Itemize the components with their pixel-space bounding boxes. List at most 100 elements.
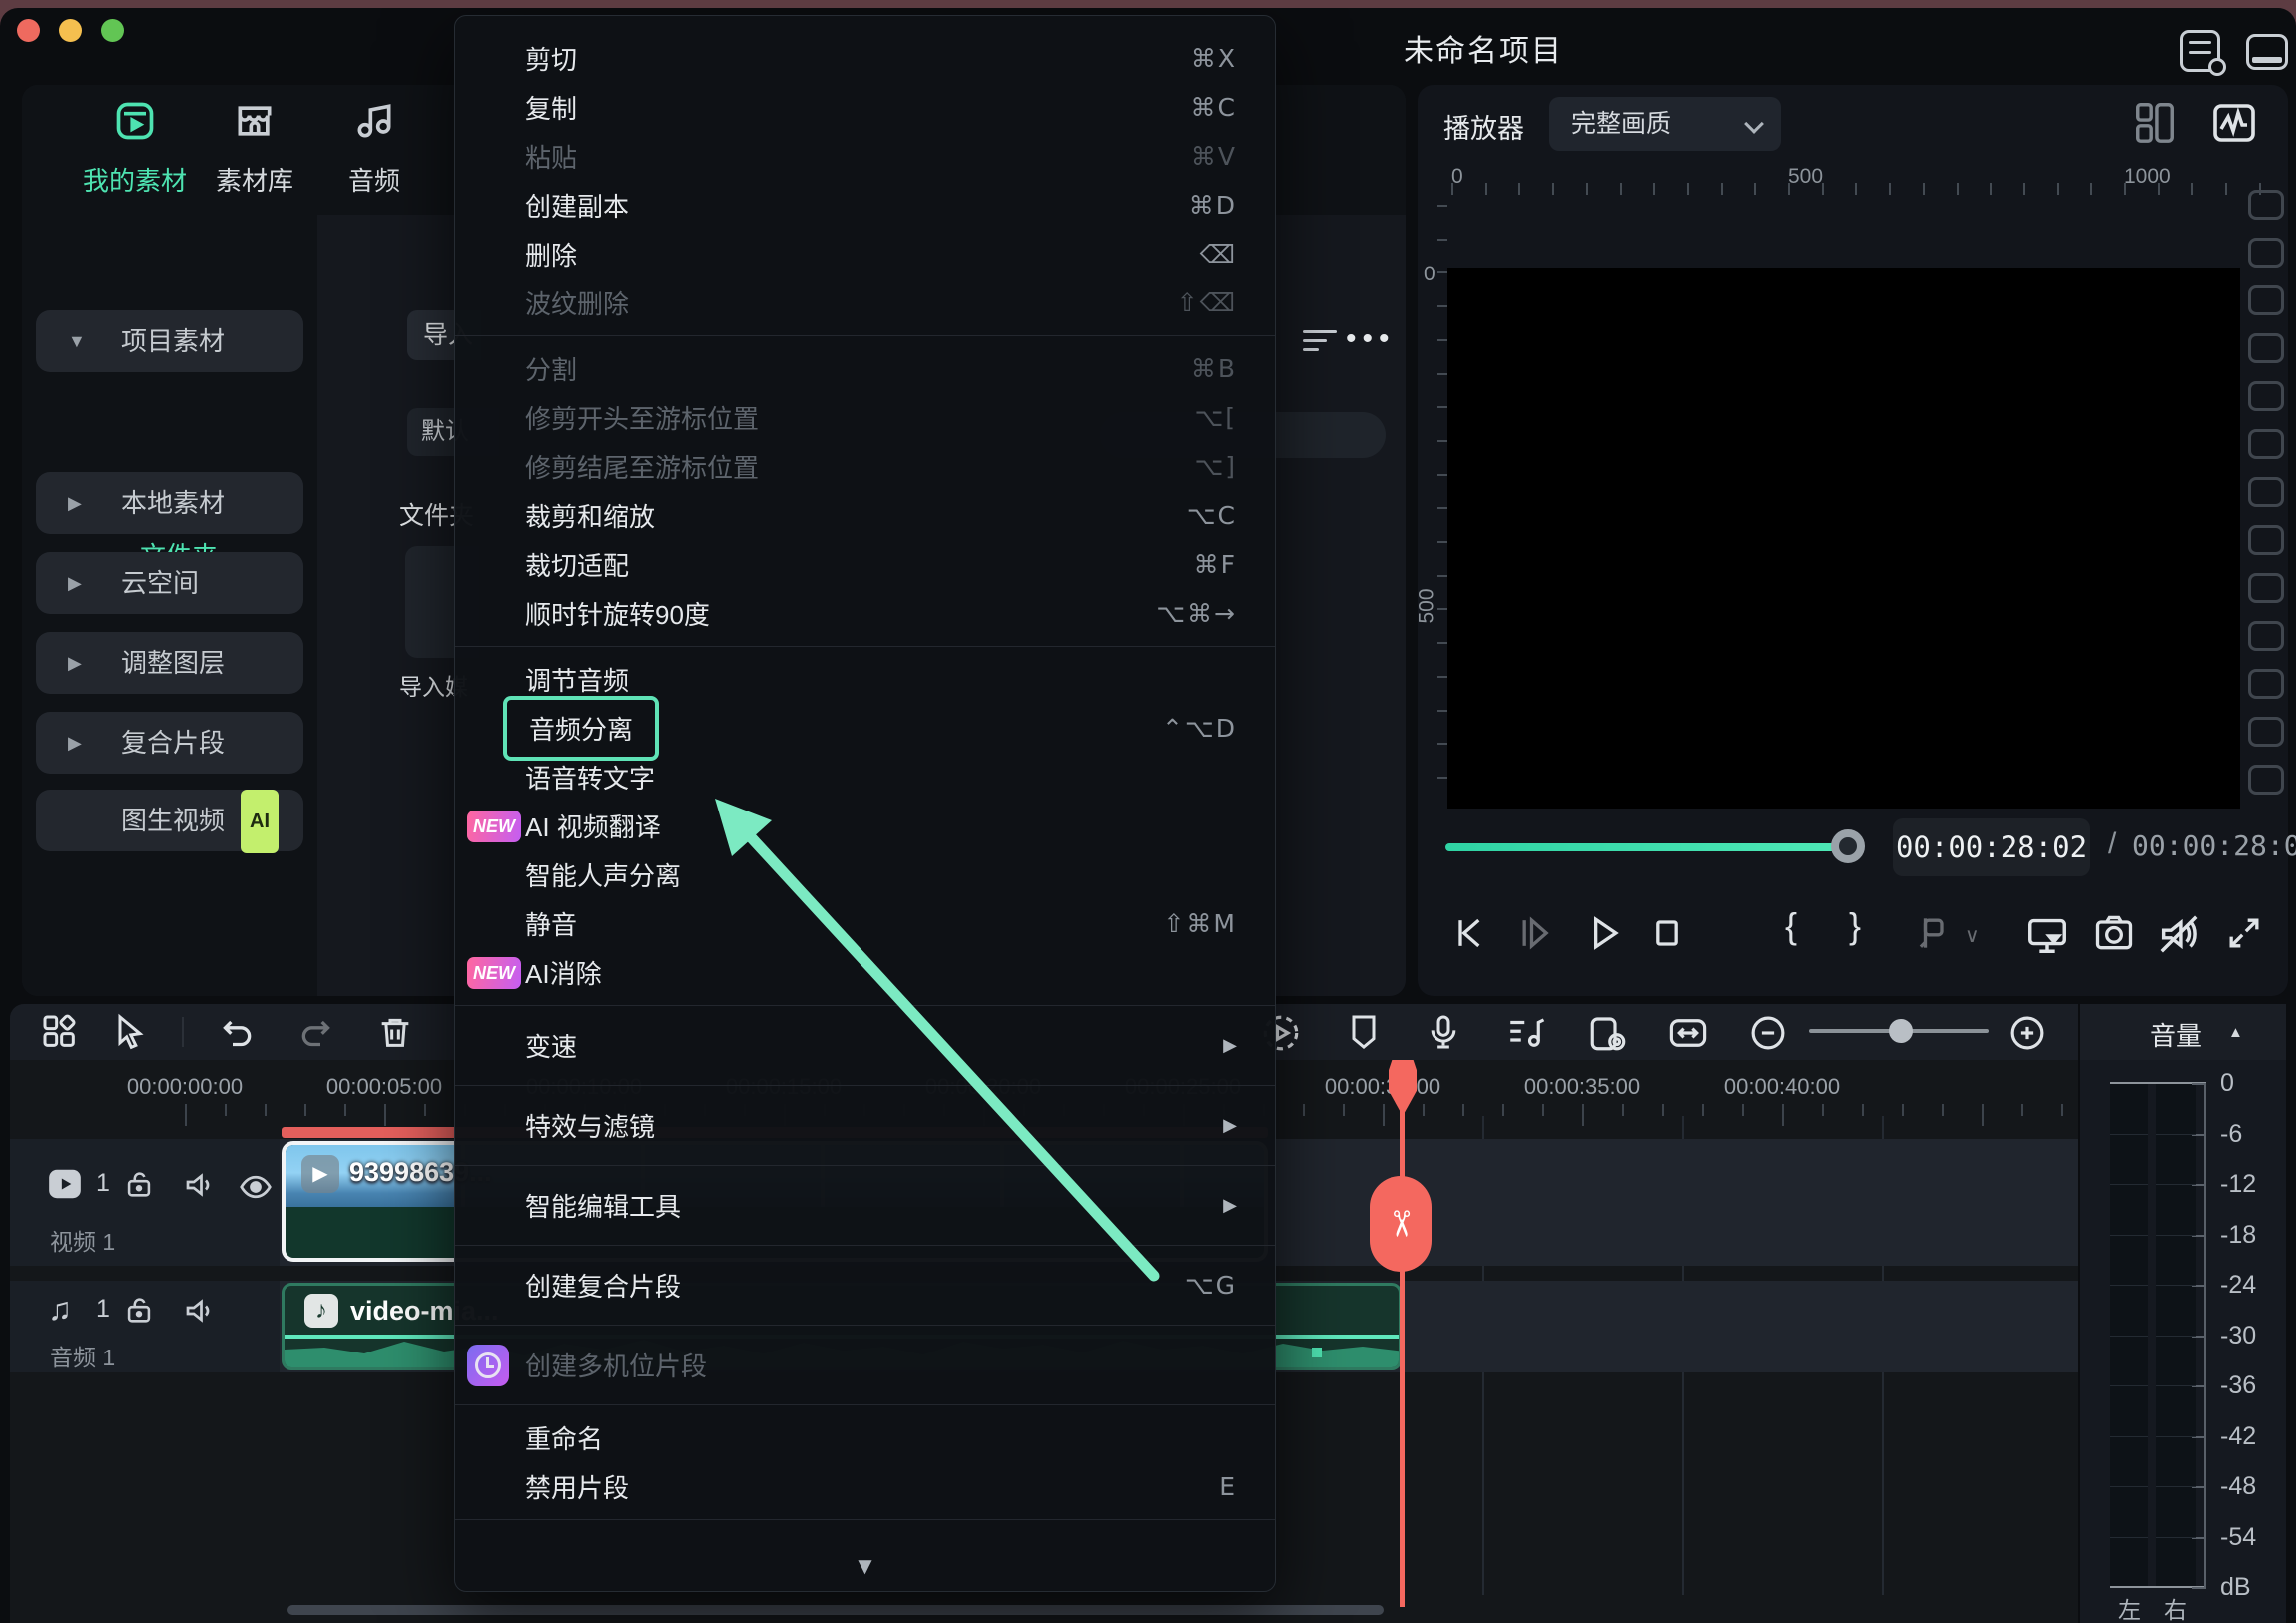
menu-scroll-down[interactable]: ▼: [455, 1545, 1275, 1585]
menu-item[interactable]: 创建复合片段⌥G: [455, 1261, 1275, 1310]
more-options-icon[interactable]: •••: [1346, 322, 1396, 356]
marker-icon[interactable]: [1909, 911, 1953, 955]
timeline-zoom-knob[interactable]: [1889, 1019, 1913, 1043]
volume-meter-header[interactable]: 音量 ▲: [2080, 1004, 2286, 1060]
tab-stock-library[interactable]: 素材库: [190, 99, 319, 198]
tab-label: 我的素材: [70, 161, 200, 198]
new-badge: NEW: [467, 957, 521, 989]
minimize-button[interactable]: [59, 19, 82, 42]
sort-list-icon[interactable]: [1303, 324, 1337, 357]
menu-item[interactable]: 静音⇧⌘M: [455, 899, 1275, 948]
grid-view-icon[interactable]: [2132, 99, 2178, 145]
sidebar-item[interactable]: ▶云空间: [36, 552, 303, 614]
menu-shortcut: ⌥⌘→: [1156, 599, 1237, 628]
menu-item[interactable]: 智能人声分离: [455, 850, 1275, 899]
marker-shield-icon[interactable]: [1344, 1012, 1384, 1052]
sidebar-item[interactable]: ▶本地素材: [36, 472, 303, 534]
split-scissors-button[interactable]: ✂: [1370, 1176, 1432, 1272]
redo-icon[interactable]: [295, 1012, 335, 1052]
filmstrip-frame[interactable]: [2248, 238, 2284, 268]
filmstrip-frame[interactable]: [2248, 573, 2284, 603]
menu-item[interactable]: 剪切⌘X: [455, 34, 1275, 83]
menu-item[interactable]: 裁切适配⌘F: [455, 540, 1275, 589]
eye-icon[interactable]: [238, 1169, 274, 1205]
menu-item[interactable]: 智能编辑工具▶: [455, 1181, 1275, 1230]
lock-icon[interactable]: [122, 1167, 156, 1201]
filmstrip-frame[interactable]: [2248, 669, 2284, 699]
delete-trash-icon[interactable]: [375, 1012, 415, 1052]
expand-horizontal-icon[interactable]: [1667, 1012, 1709, 1054]
playhead-line[interactable]: [1400, 1060, 1405, 1607]
filmstrip-frame[interactable]: [2248, 717, 2284, 747]
menu-item-label: 创建多机位片段: [525, 1347, 707, 1383]
audio-mixer-icon[interactable]: [1505, 1012, 1547, 1054]
menu-shortcut: ⌘D: [1189, 191, 1237, 220]
snapshot-camera-icon[interactable]: [2092, 911, 2136, 955]
menu-item[interactable]: 复制⌘C: [455, 83, 1275, 132]
sidebar-item[interactable]: ▶复合片段: [36, 712, 303, 774]
filmstrip-frame[interactable]: [2248, 381, 2284, 411]
lock-icon[interactable]: [122, 1293, 156, 1327]
menu-item[interactable]: 语音转文字: [455, 753, 1275, 802]
filmstrip-frame[interactable]: [2248, 765, 2284, 795]
tab-my-media[interactable]: 我的素材: [70, 99, 200, 198]
menu-item[interactable]: 变速▶: [455, 1021, 1275, 1070]
screen-record-icon[interactable]: [1587, 1012, 1629, 1054]
sidebar-item-image-to-video[interactable]: 图生视频AI: [36, 790, 303, 851]
close-button[interactable]: [17, 19, 40, 42]
ai-badge: AI: [241, 790, 279, 853]
menu-item[interactable]: 删除⌫: [455, 230, 1275, 278]
filmstrip-frame[interactable]: [2248, 429, 2284, 459]
filmstrip-frame[interactable]: [2248, 477, 2284, 507]
filmstrip-frame[interactable]: [2248, 621, 2284, 651]
menu-item[interactable]: 禁用片段E: [455, 1462, 1275, 1511]
sidebar-item-project-assets[interactable]: ▼ 项目素材: [36, 310, 303, 372]
fullscreen-icon[interactable]: [2222, 911, 2266, 955]
zoom-out-icon[interactable]: [1747, 1012, 1789, 1054]
seek-knob[interactable]: [1831, 829, 1865, 863]
tab-label: 音频: [309, 161, 439, 198]
audio-track-header: ♫ 1 音频 1: [10, 1281, 280, 1372]
menu-item[interactable]: 创建副本⌘D: [455, 181, 1275, 230]
menu-item[interactable]: NEWAI 视频翻译: [455, 802, 1275, 850]
mark-in-icon[interactable]: {: [1785, 905, 1797, 947]
undo-icon[interactable]: [218, 1012, 258, 1052]
menu-item[interactable]: 音频分离⌃⌥D: [455, 704, 1275, 753]
keyframe-dot[interactable]: [1312, 1348, 1322, 1357]
display-mode-icon[interactable]: [2024, 911, 2070, 957]
speaker-icon[interactable]: [182, 1167, 218, 1203]
mute-speaker-icon[interactable]: [2156, 911, 2202, 957]
export-list-icon[interactable]: [2180, 30, 2220, 72]
select-cursor-icon[interactable]: [110, 1012, 150, 1052]
timeline-horizontal-scrollbar[interactable]: [287, 1605, 1384, 1615]
ruler-label: 1000: [2124, 165, 2171, 189]
menu-item-label: 复制: [525, 89, 577, 126]
speaker-icon[interactable]: [182, 1293, 218, 1329]
menu-item[interactable]: 重命名: [455, 1413, 1275, 1462]
marker-chevron-icon[interactable]: ∨: [1965, 923, 1980, 948]
zoom-in-icon[interactable]: [2007, 1012, 2048, 1054]
tab-audio[interactable]: 音频: [309, 99, 439, 198]
play-icon[interactable]: [1581, 911, 1625, 955]
menu-item[interactable]: 裁剪和缩放⌥C: [455, 491, 1275, 540]
layout-icon[interactable]: [2246, 34, 2288, 70]
filmstrip-frame[interactable]: [2248, 333, 2284, 363]
stop-icon[interactable]: [1645, 911, 1689, 955]
sidebar-item[interactable]: ▶调整图层: [36, 632, 303, 694]
video-preview[interactable]: [1447, 268, 2240, 809]
menu-item[interactable]: 顺时针旋转90度⌥⌘→: [455, 589, 1275, 638]
quality-dropdown[interactable]: 完整画质: [1549, 97, 1781, 151]
mark-out-icon[interactable]: }: [1849, 905, 1861, 947]
seek-bar[interactable]: [1445, 843, 1843, 851]
magnetic-blocks-icon[interactable]: [40, 1012, 80, 1052]
filmstrip-frame[interactable]: [2248, 190, 2284, 220]
filmstrip-frame[interactable]: [2248, 285, 2284, 315]
play-step-icon[interactable]: [1515, 911, 1559, 955]
scope-waveform-icon[interactable]: [2210, 99, 2258, 147]
previous-frame-icon[interactable]: [1449, 911, 1493, 955]
zoom-button[interactable]: [101, 19, 124, 42]
menu-item[interactable]: NEWAI消除: [455, 948, 1275, 997]
menu-item[interactable]: 特效与滤镜▶: [455, 1101, 1275, 1150]
microphone-icon[interactable]: [1424, 1012, 1463, 1052]
filmstrip-frame[interactable]: [2248, 525, 2284, 555]
